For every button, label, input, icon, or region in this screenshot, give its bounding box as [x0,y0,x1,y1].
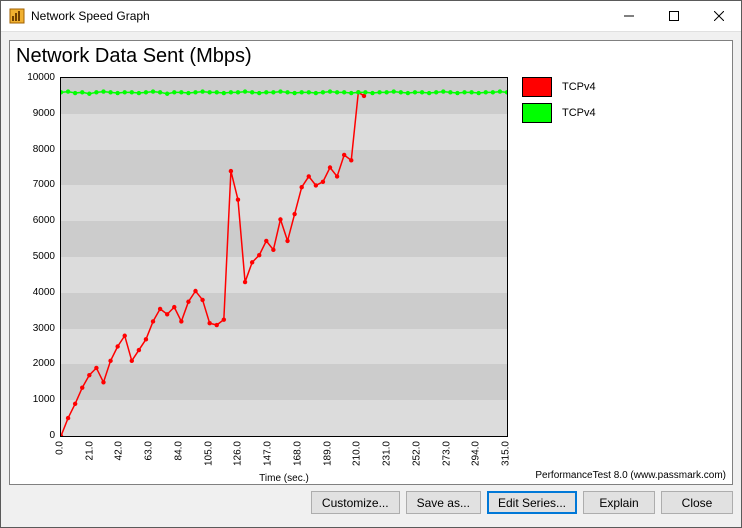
window-controls [606,1,741,31]
plot-area[interactable]: 0100020003000400050006000700080009000100… [60,77,508,437]
close-button[interactable]: Close [661,491,733,514]
titlebar: Network Speed Graph [1,1,741,32]
x-tick-label: 0.0 [55,441,66,455]
y-tick-label: 3000 [33,324,55,334]
x-axis-label: Time (sec.) [60,473,508,484]
x-tick-label: 252.0 [411,441,422,466]
minimize-icon [624,11,634,21]
x-tick-label: 105.0 [203,441,214,466]
y-tick-label: 9000 [33,109,55,119]
y-tick-label: 0 [49,431,55,441]
x-tick-label: 273.0 [441,441,452,466]
x-tick-label: 21.0 [84,441,95,460]
y-tick-label: 7000 [33,180,55,190]
y-tick-label: 2000 [33,359,55,369]
save-as-button[interactable]: Save as... [406,491,481,514]
edit-series-button[interactable]: Edit Series... [487,491,577,514]
legend-label: TCPv4 [562,107,596,119]
x-tick-label: 42.0 [114,441,125,460]
y-tick-label: 8000 [33,145,55,155]
y-tick-label: 1000 [33,395,55,405]
app-window: Network Speed Graph Network Data Sent (M… [0,0,742,528]
maximize-button[interactable] [651,1,696,31]
customize-button[interactable]: Customize... [311,491,400,514]
y-tick-label: 10000 [27,73,55,83]
credits-text: PerformanceTest 8.0 (www.passmark.com) [535,470,726,481]
explain-button[interactable]: Explain [583,491,655,514]
legend-item: TCPv4 [522,103,596,123]
x-tick-label: 231.0 [382,441,393,466]
x-tick-label: 84.0 [173,441,184,460]
x-tick-label: 294.0 [471,441,482,466]
legend-swatch [522,77,552,97]
x-tick-label: 210.0 [352,441,363,466]
close-window-button[interactable] [696,1,741,31]
app-icon [9,8,25,24]
legend-label: TCPv4 [562,81,596,93]
y-tick-label: 4000 [33,288,55,298]
legend: TCPv4 TCPv4 [522,77,596,129]
x-tick-label: 189.0 [322,441,333,466]
y-tick-label: 6000 [33,216,55,226]
button-row: Customize... Save as... Edit Series... E… [9,491,733,521]
close-icon [714,11,724,21]
x-tick-label: 147.0 [263,441,274,466]
chart-title: Network Data Sent (Mbps) [16,45,252,68]
client-area: Network Data Sent (Mbps) 010002000300040… [1,32,741,527]
y-tick-label: 5000 [33,252,55,262]
x-tick-label: 63.0 [144,441,155,460]
x-tick-label: 168.0 [292,441,303,466]
maximize-icon [669,11,679,21]
minimize-button[interactable] [606,1,651,31]
legend-swatch [522,103,552,123]
legend-item: TCPv4 [522,77,596,97]
chart-panel: Network Data Sent (Mbps) 010002000300040… [9,40,733,485]
x-tick-label: 126.0 [233,441,244,466]
x-tick-label: 315.0 [501,441,512,466]
window-title: Network Speed Graph [31,9,606,23]
